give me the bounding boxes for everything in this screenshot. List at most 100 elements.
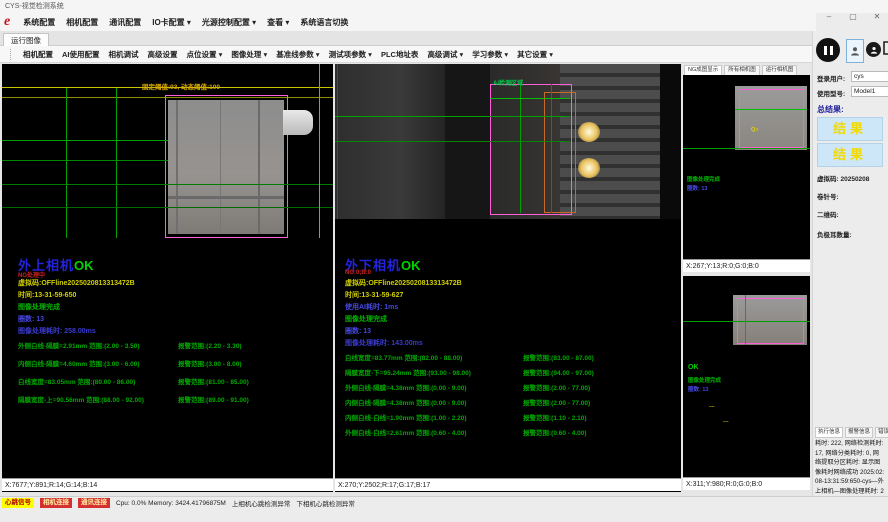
camera-image-upper[interactable]: 固定阈值:93, 动态阈值:100	[2, 64, 333, 238]
loop-count-text: 圈数: 13	[18, 314, 44, 324]
virtual-code-label: 虚拟码: 20250208	[817, 173, 869, 183]
menu-comm-config[interactable]: 通讯配置	[109, 17, 141, 28]
heartbeat-indicator: 心跳信号	[2, 498, 34, 508]
tool-point-settings[interactable]: 点位设置 ▾	[187, 49, 223, 60]
overlay-green-hline	[335, 141, 570, 142]
glow-highlight	[578, 122, 600, 142]
loop-count-text: 圈数: 13	[687, 184, 707, 192]
measure-row: 内侧白线-白线=1.90mm 范围:(1.00 - 2.20)报警范围:(1.1…	[345, 412, 675, 422]
pause-button[interactable]	[816, 38, 840, 62]
measure-row: 白线宽度=83.05mm 范围:(80.00 - 86.00)报警范围:(81.…	[18, 376, 330, 386]
loop-count-text: 圈数: 13	[688, 385, 708, 393]
tab-exec-info[interactable]: 执行信息	[815, 427, 843, 438]
measure-row: 隔膜宽度-下=95.24mm 范围:(93.00 - 98.00)报警范围:(9…	[345, 367, 675, 377]
camera-image-lower[interactable]: AI检测区域	[335, 64, 681, 219]
cpu-memory-readout: Cpu: 0.0% Memory: 3424.41796875M	[116, 500, 226, 507]
upper-camera-heartbeat-status: 上相机心跳检测异常	[232, 498, 291, 508]
lower-camera-heartbeat-status: 下相机心跳检测异常	[296, 498, 355, 508]
tab-run-cameras[interactable]: 运行相机图	[762, 65, 798, 75]
status-row: 心跳信号 相机连接 通讯连接 Cpu: 0.0% Memory: 3424.41…	[2, 498, 355, 508]
measure-row: 白线宽度=83.77mm 范围:(82.00 - 88.00)报警范围:(83.…	[345, 352, 675, 362]
measure-row: 隔膜宽度-上=90.56mm 范围:(88.00 - 92.00)报警范围:(8…	[18, 394, 330, 404]
overlay-cyan-vline	[319, 64, 320, 238]
app-logo-icon: e	[4, 14, 10, 30]
login-user-label: 登录用户:	[817, 73, 845, 83]
exit-button[interactable]	[883, 41, 888, 60]
tab-run-image[interactable]: 运行图像	[3, 33, 49, 47]
thumb-marker-text: ––	[723, 419, 729, 425]
tab-ng-display[interactable]: NG成图显示	[684, 65, 722, 75]
menu-camera-config[interactable]: 相机配置	[66, 17, 98, 28]
tool-plc-address[interactable]: PLC地址表	[381, 49, 419, 60]
tab-alarm-info[interactable]: 报警信息	[845, 427, 873, 438]
overlay-roi-rect-orange	[544, 92, 576, 213]
account-button[interactable]	[866, 42, 881, 57]
preview-image-top[interactable]: Q≡ 图像处理完成 圈数: 13	[683, 75, 810, 259]
overlay-green-hline	[490, 98, 570, 99]
toolbar: 相机配置 AI使用配置 相机调试 高级设置 点位设置 ▾ 图像处理 ▾ 基准线参…	[0, 46, 812, 63]
app-title: CYS-视觉检测系统	[5, 3, 64, 10]
menu-view[interactable]: 查看 ▾	[267, 17, 289, 28]
loop-count-text: 圈数: 13	[345, 326, 371, 336]
neg-tab-count-label: 负极耳数量:	[817, 229, 852, 239]
menu-io-config[interactable]: IO卡配置 ▾	[152, 17, 191, 28]
tab-all-cameras[interactable]: 所有相机图	[724, 65, 760, 75]
roller-part	[283, 110, 313, 135]
toolbar-grip	[10, 49, 12, 60]
glow-highlight	[578, 158, 600, 178]
thumb-marker-text: Q≡	[751, 127, 759, 133]
overlay-green-vline	[520, 84, 521, 213]
overlay-green-hline	[683, 321, 810, 322]
time-text: 时间:13-31-59-650	[18, 290, 76, 300]
menu-system-config[interactable]: 系统配置	[23, 17, 55, 28]
pixel-coords-readout: X:270;Y:2502;R:17;G:17;B:17	[335, 478, 681, 491]
preview-image-bottom[interactable]: OK 图像处理完成 圈数: 13 –– ––	[683, 276, 810, 477]
pin-number-label: 卷针号:	[817, 191, 839, 201]
tool-baseline-params[interactable]: 基准线参数 ▾	[276, 49, 319, 60]
tool-advanced-debug[interactable]: 高级调试 ▾	[427, 49, 463, 60]
tab-error-info[interactable]: 错误信息	[875, 427, 888, 438]
tool-test-params[interactable]: 测试项参数 ▾	[329, 49, 372, 60]
ai-region-label: AI检测区域	[493, 78, 523, 87]
virtual-code-text: 虚拟码:OFFline2025020813313472B	[18, 278, 135, 288]
measure-row: 外侧白线-隔膜=2.91mm 范围:(2.00 - 3.50)报警范围:(2.2…	[18, 340, 330, 350]
overlay-roi-rect-pink	[739, 89, 804, 148]
menu-language-switch[interactable]: 系统语言切换	[300, 17, 348, 28]
overlay-green-vline	[116, 88, 117, 238]
tabstrip: 运行图像	[0, 31, 812, 46]
window-controls: – ▢ ✕	[822, 12, 884, 21]
tool-ai-config[interactable]: AI使用配置	[62, 49, 100, 60]
model-value[interactable]: Model1	[851, 86, 888, 97]
status-ok: OK	[688, 364, 699, 371]
user-login-button[interactable]	[846, 39, 864, 63]
sidebar: 登录用户: cys 使用型号: Model1 总结果: 结果 结果 虚拟码: 2…	[812, 31, 888, 496]
tool-advanced-settings[interactable]: 高级设置	[148, 49, 178, 60]
thumb-marker-text: ––	[709, 404, 715, 410]
tool-image-processing[interactable]: 图像处理 ▾	[231, 49, 267, 60]
ng-preview-panel: NG成图显示 所有相机图 运行相机图 Q≡ 图像处理完成 圈数: 13 X:26…	[683, 64, 810, 272]
pixel-coords-readout: X:267;Y:13;R:0;G:0;B:0	[683, 259, 810, 272]
tool-camera-debug[interactable]: 相机调试	[109, 49, 139, 60]
measure-row: 内侧白线-隔膜=4.38mm 范围:(0.00 - 9.00)报警范围:(2.0…	[345, 397, 675, 407]
virtual-code-value: 20250208	[840, 176, 869, 183]
user-icon	[850, 46, 860, 56]
tool-camera-config[interactable]: 相机配置	[23, 49, 53, 60]
maximize-icon[interactable]: ▢	[846, 12, 860, 21]
pixel-coords-readout: X:7677;Y:891;R:14;G:14;B:14	[2, 478, 333, 491]
menubar: e 系统配置 相机配置 通讯配置 IO卡配置 ▾ 光源控制配置 ▾ 查看 ▾ 系…	[0, 13, 816, 31]
user-icon	[870, 46, 878, 54]
statusbar: 心跳信号 相机连接 通讯连接 Cpu: 0.0% Memory: 3424.41…	[0, 496, 888, 522]
measure-row: 内侧白线-隔膜=4.60mm 范围:(3.00 - 6.00)报警范围:(3.0…	[18, 358, 330, 368]
tool-learn-params[interactable]: 学习参数 ▾	[472, 49, 508, 60]
login-user-value[interactable]: cys	[851, 71, 888, 82]
minimize-icon[interactable]: –	[822, 12, 836, 21]
close-icon[interactable]: ✕	[870, 12, 884, 21]
pixel-coords-readout: X:311;Y:980;R:0;G:0;B:0	[683, 477, 810, 490]
main-area: 固定阈值:93, 动态阈值:100 外上相机OK NG处理中 虚拟码:OFFli…	[0, 63, 812, 496]
camera-link-indicator: 相机连接	[40, 498, 72, 508]
logout-icon	[883, 41, 888, 55]
overlay-green-hline	[2, 160, 168, 161]
tool-other-settings[interactable]: 其它设置 ▾	[517, 49, 553, 60]
overlay-green-hline	[2, 184, 333, 185]
menu-light-config[interactable]: 光源控制配置 ▾	[202, 17, 256, 28]
